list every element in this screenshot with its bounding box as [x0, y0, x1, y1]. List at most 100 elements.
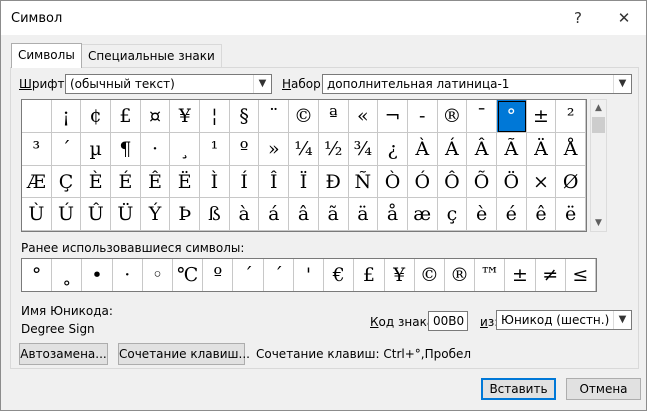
recent-symbol-cell[interactable]: ◦: [143, 259, 174, 291]
symbol-cell[interactable]: ·: [140, 132, 171, 166]
symbol-cell[interactable]: Í: [229, 165, 260, 199]
symbol-cell[interactable]: â: [289, 198, 319, 231]
scroll-thumb[interactable]: [592, 117, 605, 133]
symbol-grid[interactable]: ¡ ¢ £ ¤ ¥ ¦ § ¨ © ª «¬ - ® ¯ ° ± ² ³ ´ µ ¶ · ¸ ¹ º» ¼ ½ ¾ ¿ À Á Â Ã Ä Å Æ Ç È…: [21, 99, 587, 232]
from-select[interactable]: Юникод (шестн.) ▼: [496, 310, 632, 330]
symbol-cell[interactable]: Ë: [170, 165, 201, 199]
symbol-cell[interactable]: É: [111, 165, 141, 199]
recent-symbol-cell[interactable]: ©: [415, 259, 445, 291]
symbol-cell[interactable]: Ñ: [348, 165, 379, 199]
symbol-cell[interactable]: ã: [318, 198, 349, 231]
symbol-cell[interactable]: ¾: [348, 132, 379, 166]
symbol-cell[interactable]: Ó: [407, 165, 438, 199]
symbol-cell[interactable]: £: [111, 100, 141, 133]
symbol-cell[interactable]: Û: [81, 198, 112, 231]
symbol-cell[interactable]: ¤: [140, 100, 171, 133]
symbol-cell[interactable]: Ç: [51, 165, 82, 199]
symbol-cell[interactable]: Á: [437, 132, 468, 166]
symbol-cell[interactable]: ´: [51, 132, 82, 166]
symbol-cell[interactable]: Â: [467, 132, 497, 166]
recent-symbols-grid[interactable]: ° ˳ • · ◦ ℃ º ´ ˊ ' € £ ¥ © ® ™ ± ≠ ≤: [21, 258, 597, 292]
symbol-cell[interactable]: ®: [437, 100, 468, 133]
scroll-up-icon[interactable]: ▲: [591, 100, 606, 116]
symbol-cell[interactable]: ½: [318, 132, 349, 166]
recent-symbol-cell[interactable]: ˳: [52, 259, 83, 291]
symbol-cell[interactable]: ¬: [378, 100, 408, 133]
symbol-cell[interactable]: Ð: [318, 165, 349, 199]
symbol-cell[interactable]: À: [407, 132, 438, 166]
symbol-cell[interactable]: ¹: [200, 132, 230, 166]
recent-symbol-cell[interactable]: ≠: [536, 259, 566, 291]
symbol-cell[interactable]: µ: [81, 132, 112, 166]
symbol-cell[interactable]: æ: [407, 198, 438, 231]
symbol-cell[interactable]: Ê: [140, 165, 171, 199]
symbol-cell[interactable]: Ã: [496, 132, 527, 166]
symbol-cell[interactable]: ×: [526, 165, 557, 199]
symbol-cell[interactable]: ¢: [81, 100, 112, 133]
recent-symbol-cell[interactable]: º: [203, 259, 234, 291]
symbol-cell[interactable]: Ï: [289, 165, 319, 199]
recent-symbol-cell[interactable]: ±: [505, 259, 536, 291]
symbol-cell[interactable]: ¥: [170, 100, 201, 133]
symbol-cell[interactable]: Ý: [140, 198, 171, 231]
symbol-cell[interactable]: ¿: [378, 132, 408, 166]
symbol-cell[interactable]: º: [229, 132, 260, 166]
symbol-cell[interactable]: ³: [22, 132, 52, 166]
recent-symbol-cell[interactable]: €: [324, 259, 355, 291]
symbol-cell[interactable]: [22, 100, 52, 133]
symbol-cell[interactable]: -: [407, 100, 438, 133]
recent-symbol-cell[interactable]: ¥: [385, 259, 415, 291]
symbol-cell[interactable]: Å: [556, 132, 586, 166]
symbol-cell[interactable]: ¶: [111, 132, 141, 166]
symbol-cell[interactable]: ¯: [467, 100, 497, 133]
symbol-cell[interactable]: ¡: [51, 100, 82, 133]
symbol-cell[interactable]: §: [229, 100, 260, 133]
symbol-cell[interactable]: ¦: [200, 100, 230, 133]
symbol-cell[interactable]: Õ: [467, 165, 497, 199]
symbol-cell[interactable]: Ø: [556, 165, 586, 199]
symbol-cell[interactable]: ²: [556, 100, 586, 133]
cancel-button[interactable]: Отмена: [566, 378, 641, 400]
recent-symbol-cell[interactable]: ': [294, 259, 325, 291]
symbol-cell[interactable]: ë: [556, 198, 586, 231]
symbol-cell[interactable]: ©: [289, 100, 319, 133]
symbol-cell[interactable]: Ì: [200, 165, 230, 199]
symbol-cell[interactable]: ¸: [170, 132, 201, 166]
symbol-cell[interactable]: è: [467, 198, 497, 231]
help-button[interactable]: ?: [567, 7, 589, 29]
symbol-cell[interactable]: ª: [318, 100, 349, 133]
recent-symbol-cell[interactable]: £: [354, 259, 385, 291]
recent-symbol-cell[interactable]: ℃: [173, 259, 204, 291]
recent-symbol-cell[interactable]: °: [22, 259, 53, 291]
recent-symbol-cell[interactable]: ®: [445, 259, 476, 291]
shortcut-key-button[interactable]: Сочетание клавиш...: [118, 343, 250, 365]
symbol-cell[interactable]: ç: [437, 198, 468, 231]
tab-special-characters[interactable]: Специальные знаки: [81, 44, 222, 67]
recent-symbol-cell[interactable]: ´: [233, 259, 264, 291]
recent-symbol-cell[interactable]: ·: [113, 259, 143, 291]
subset-select[interactable]: дополнительная латиница-1 ▼: [322, 74, 632, 94]
symbol-cell[interactable]: Ü: [111, 198, 141, 231]
symbol-cell[interactable]: Ô: [437, 165, 468, 199]
recent-symbol-cell[interactable]: ˊ: [264, 259, 294, 291]
font-select[interactable]: (обычный текст) ▼: [65, 74, 272, 94]
symbol-cell[interactable]: ¨: [259, 100, 290, 133]
char-code-input[interactable]: 00B0: [428, 311, 468, 331]
symbol-cell[interactable]: Ú: [51, 198, 82, 231]
symbol-cell[interactable]: å: [378, 198, 408, 231]
symbol-grid-scrollbar[interactable]: ▲ ▼: [590, 99, 607, 232]
symbol-cell[interactable]: é: [496, 198, 527, 231]
symbol-cell[interactable]: á: [259, 198, 290, 231]
autocorrect-button[interactable]: Автозамена...: [19, 343, 108, 365]
recent-symbol-cell[interactable]: ™: [475, 259, 506, 291]
recent-symbol-cell[interactable]: ≤: [566, 259, 596, 291]
symbol-cell[interactable]: Ù: [22, 198, 52, 231]
symbol-cell[interactable]: Ä: [526, 132, 557, 166]
recent-symbol-cell[interactable]: •: [82, 259, 113, 291]
symbol-cell[interactable]: «: [348, 100, 379, 133]
symbol-cell[interactable]: ¼: [289, 132, 319, 166]
symbol-cell[interactable]: ß: [200, 198, 230, 231]
symbol-cell[interactable]: ê: [526, 198, 557, 231]
symbol-cell[interactable]: Ò: [378, 165, 408, 199]
tab-symbols[interactable]: Символы: [11, 43, 82, 68]
